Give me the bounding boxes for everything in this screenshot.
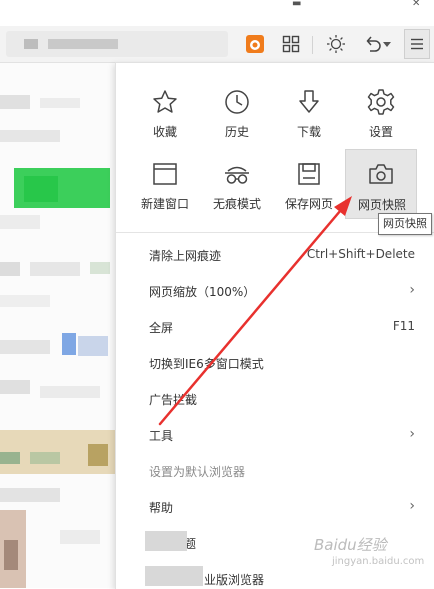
menu-item-shortcut: Ctrl+Shift+Delete: [306, 247, 415, 261]
quick-actions-grid: 收藏 历史 下载 设置 新建窗口 无痕模式 保存网页 网页快照: [116, 63, 434, 225]
watermark-logo: Baidu经验: [314, 536, 387, 554]
menu-item-label: 工具: [149, 429, 174, 443]
main-menu-button[interactable]: [404, 29, 430, 59]
menu-item-clear-traces[interactable]: 清除上网痕迹 Ctrl+Shift+Delete: [116, 237, 434, 273]
gear-icon: [366, 87, 396, 117]
quick-action-save-page[interactable]: 保存网页: [275, 151, 343, 217]
redaction-block: [145, 566, 203, 586]
quick-action-snapshot[interactable]: 网页快照: [345, 149, 417, 219]
incognito-icon: [222, 159, 252, 189]
menu-item-fullscreen[interactable]: 全屏 F11: [116, 309, 434, 345]
main-menu-dropdown: 收藏 历史 下载 设置 新建窗口 无痕模式 保存网页 网页快照 清除上网痕迹 C…: [115, 62, 434, 589]
chevron-right-icon: ›: [409, 498, 415, 514]
extension-icon[interactable]: [242, 31, 268, 57]
menu-item-label: 切换到IE6多窗口模式: [149, 357, 264, 371]
menu-icon: [410, 35, 424, 54]
menu-item-label: 广告拦截: [149, 393, 198, 407]
browser-toolbar: [0, 26, 434, 63]
quick-action-settings[interactable]: 设置: [347, 79, 415, 145]
quick-action-incognito[interactable]: 无痕模式: [203, 151, 271, 217]
quick-action-label: 无痕模式: [212, 197, 261, 211]
address-text: [48, 39, 118, 49]
quick-action-label: 收藏: [152, 125, 177, 139]
quick-action-label: 历史: [224, 125, 249, 139]
menu-item-ie6-mode[interactable]: 切换到IE6多窗口模式: [116, 345, 434, 381]
camera-icon: [366, 159, 396, 189]
chevron-right-icon: ›: [409, 282, 415, 298]
download-icon: [294, 87, 324, 117]
menu-item-label: 全屏: [149, 321, 174, 335]
quick-action-history[interactable]: 历史: [203, 79, 271, 145]
quick-action-label: 设置: [368, 125, 393, 139]
menu-item-zoom[interactable]: 网页缩放（100%） ›: [116, 273, 434, 309]
menu-item-label: 帮助: [149, 501, 174, 515]
close-icon[interactable]: ✕: [412, 0, 420, 9]
menu-item-set-default[interactable]: 设置为默认浏览器: [116, 453, 434, 489]
menu-item-label: 网页缩放（100%）: [149, 285, 256, 299]
chevron-down-icon[interactable]: [380, 31, 394, 57]
quick-action-new-window[interactable]: 新建窗口: [131, 151, 199, 217]
grid-icon[interactable]: [278, 31, 304, 57]
window-top-strip: ▬ ✕: [0, 0, 434, 26]
quick-action-label: 新建窗口: [140, 197, 189, 211]
star-icon: [150, 87, 180, 117]
menu-item-ad-block[interactable]: 广告拦截: [116, 381, 434, 417]
menu-item-label: 业版浏览器: [204, 573, 265, 587]
address-bar[interactable]: [6, 31, 228, 57]
toolbar-separator: [312, 36, 313, 54]
menu-item-label: 清除上网痕迹: [149, 249, 222, 263]
snapshot-tooltip: 网页快照: [378, 213, 432, 235]
watermark-url: jingyan.baidu.com: [332, 556, 425, 567]
quick-action-downloads[interactable]: 下载: [275, 79, 343, 145]
quick-action-label: 保存网页: [284, 197, 333, 211]
site-favicon: [24, 39, 38, 49]
chevron-right-icon: ›: [409, 426, 415, 442]
menu-item-shortcut: F11: [392, 319, 415, 333]
quick-action-label: 网页快照: [357, 198, 406, 212]
brightness-icon[interactable]: [323, 31, 349, 57]
quick-action-favorites[interactable]: 收藏: [131, 79, 199, 145]
quick-action-label: 下载: [296, 125, 321, 139]
window-icon: [150, 159, 180, 189]
menu-item-tools[interactable]: 工具 ›: [116, 417, 434, 453]
save-icon: [294, 159, 324, 189]
clock-icon: [222, 87, 252, 117]
minimize-icon[interactable]: ▬: [292, 0, 301, 9]
menu-item-help[interactable]: 帮助 ›: [116, 489, 434, 525]
redaction-block: [145, 531, 187, 551]
menu-item-label: 设置为默认浏览器: [149, 465, 246, 479]
